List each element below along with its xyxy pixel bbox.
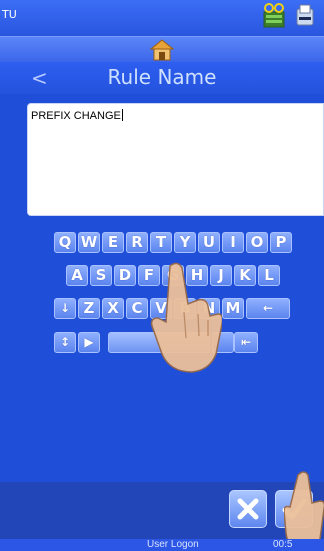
status-bar: User Logon 00:5 xyxy=(0,539,324,551)
key-updown[interactable]: ↕ xyxy=(54,332,76,353)
key-x[interactable]: X xyxy=(102,298,124,319)
key-k[interactable]: K xyxy=(234,265,256,286)
key-i[interactable]: I xyxy=(222,232,244,253)
key-c[interactable]: C xyxy=(126,298,148,319)
clock: 00:5 xyxy=(273,539,293,550)
key-s[interactable]: S xyxy=(90,265,112,286)
key-d[interactable]: D xyxy=(114,265,136,286)
key-q[interactable]: Q xyxy=(54,232,76,253)
key-t[interactable]: T xyxy=(150,232,172,253)
key-u[interactable]: U xyxy=(198,232,220,253)
page-header: < Rule Name xyxy=(0,62,324,94)
key-a[interactable]: A xyxy=(66,265,88,286)
key-shift[interactable]: ↓ xyxy=(54,298,76,319)
cancel-button[interactable] xyxy=(229,490,267,528)
key-l[interactable]: L xyxy=(258,265,280,286)
key-e[interactable]: E xyxy=(102,232,124,253)
key-r[interactable]: R xyxy=(126,232,148,253)
key-y[interactable]: Y xyxy=(174,232,196,253)
touch-hand-icon xyxy=(150,262,222,373)
key-tab[interactable]: ⇤ xyxy=(234,332,258,353)
key-p[interactable]: P xyxy=(270,232,292,253)
key-w[interactable]: W xyxy=(78,232,100,253)
key-backspace[interactable]: ← xyxy=(246,298,290,319)
page-title: Rule Name xyxy=(107,65,217,89)
key-m[interactable]: M xyxy=(222,298,244,319)
app-name: TU xyxy=(2,8,17,21)
tape-icon[interactable] xyxy=(262,3,286,29)
rule-name-value: PREFIX CHANGE xyxy=(31,109,123,122)
cancel-icon xyxy=(237,498,259,520)
key-z[interactable]: Z xyxy=(78,298,100,319)
top-bar: TU xyxy=(0,0,324,36)
label-printer-icon[interactable] xyxy=(294,3,316,29)
rule-name-field[interactable]: PREFIX CHANGE xyxy=(27,103,324,216)
home-icon[interactable] xyxy=(150,39,174,61)
user-logon-label[interactable]: User Logon xyxy=(147,539,199,551)
key-o[interactable]: O xyxy=(246,232,268,253)
key-right[interactable]: ▶ xyxy=(78,332,100,353)
home-bar xyxy=(0,36,324,62)
text-caret xyxy=(121,109,123,121)
